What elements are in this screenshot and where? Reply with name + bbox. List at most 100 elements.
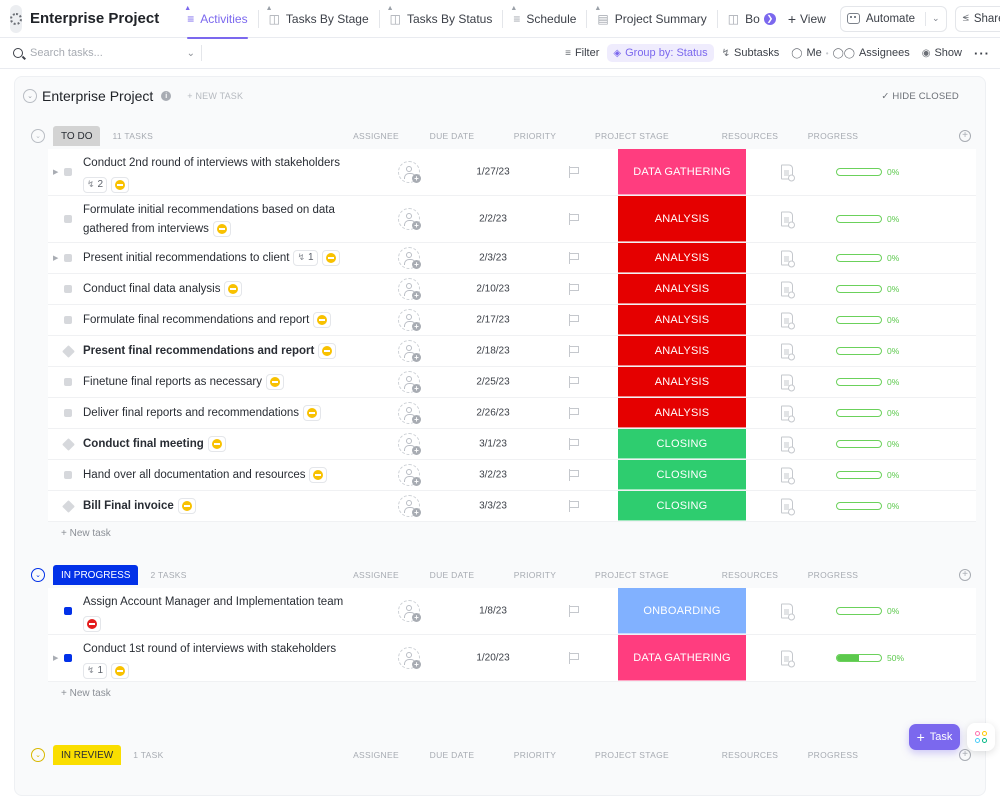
file-attachment-icon[interactable] bbox=[781, 282, 793, 297]
flag-icon[interactable] bbox=[568, 166, 580, 178]
task-row[interactable]: Formulate initial recommendations based … bbox=[48, 196, 976, 243]
column-header-progress[interactable]: PROGRESS bbox=[798, 750, 868, 760]
task-name[interactable]: Bill Final invoice bbox=[83, 500, 174, 512]
column-header-due-date[interactable]: DUE DATE bbox=[422, 750, 482, 760]
flag-icon[interactable] bbox=[568, 500, 580, 512]
due-date[interactable]: 2/10/23 bbox=[458, 284, 528, 295]
assignee-picker[interactable]: + bbox=[398, 340, 420, 362]
subtask-count-badge[interactable]: ↯2 bbox=[83, 177, 107, 193]
column-header-assignee[interactable]: ASSIGNEE bbox=[351, 131, 401, 141]
flag-icon[interactable] bbox=[568, 314, 580, 326]
task-row[interactable]: Formulate final recommendations and repo… bbox=[48, 305, 976, 336]
task-name[interactable]: Present final recommendations and report bbox=[83, 345, 314, 357]
subtask-count-badge[interactable]: ↯1 bbox=[293, 250, 317, 266]
due-date[interactable]: 2/2/23 bbox=[458, 214, 528, 225]
priority-badge[interactable] bbox=[303, 405, 321, 421]
status-square-icon[interactable] bbox=[64, 409, 72, 417]
status-square-icon[interactable] bbox=[64, 378, 72, 386]
column-header-resources[interactable]: RESOURCES bbox=[715, 750, 785, 760]
priority-badge[interactable] bbox=[111, 663, 129, 679]
milestone-icon[interactable] bbox=[62, 500, 75, 513]
task-row[interactable]: Present final recommendations and report… bbox=[48, 336, 976, 367]
task-name[interactable]: Present initial recommendations to clien… bbox=[83, 252, 289, 264]
assignee-picker[interactable]: + bbox=[398, 208, 420, 230]
project-stage-cell[interactable]: ANALYSIS bbox=[618, 274, 746, 304]
project-stage-cell[interactable]: CLOSING bbox=[618, 491, 746, 521]
status-square-icon[interactable] bbox=[64, 285, 72, 293]
priority-badge[interactable] bbox=[266, 374, 284, 390]
priority-badge[interactable] bbox=[313, 312, 331, 328]
project-stage-cell[interactable]: ANALYSIS bbox=[618, 243, 746, 273]
add-column-icon[interactable]: + bbox=[959, 569, 971, 581]
task-row[interactable]: Deliver final reports and recommendation… bbox=[48, 398, 976, 429]
due-date[interactable]: 2/25/23 bbox=[458, 377, 528, 388]
assignee-picker[interactable]: + bbox=[398, 647, 420, 669]
column-header-assignee[interactable]: ASSIGNEE bbox=[351, 570, 401, 580]
due-date[interactable]: 1/8/23 bbox=[458, 606, 528, 617]
task-row[interactable]: Assign Account Manager and Implementatio… bbox=[48, 588, 976, 635]
task-name[interactable]: Hand over all documentation and resource… bbox=[83, 469, 305, 481]
tab-bo[interactable]: ◫Bo bbox=[722, 0, 766, 38]
due-date[interactable]: 2/17/23 bbox=[458, 315, 528, 326]
task-name[interactable]: Conduct final meeting bbox=[83, 438, 204, 450]
task-row[interactable]: ▶ Conduct 1st round of interviews with st… bbox=[48, 635, 976, 682]
task-name[interactable]: Formulate final recommendations and repo… bbox=[83, 314, 309, 326]
flag-icon[interactable] bbox=[568, 213, 580, 225]
tab-tasks-by-stage[interactable]: ▲◫Tasks By Stage bbox=[263, 0, 375, 38]
collapse-group-icon[interactable]: ⌄ bbox=[31, 748, 45, 762]
add-view-button[interactable]: +View bbox=[788, 11, 826, 27]
milestone-icon[interactable] bbox=[62, 345, 75, 358]
add-task-row[interactable]: + New task bbox=[15, 682, 985, 704]
info-icon[interactable]: i bbox=[161, 91, 171, 101]
task-row[interactable]: Finetune final reports as necessary+2/25… bbox=[48, 367, 976, 398]
task-name[interactable]: Conduct 2nd round of interviews with sta… bbox=[83, 157, 340, 169]
assignee-picker[interactable]: + bbox=[398, 495, 420, 517]
flag-icon[interactable] bbox=[568, 407, 580, 419]
tab-project-summary[interactable]: ▲▤Project Summary bbox=[591, 0, 712, 38]
chevron-down-icon[interactable]: ⌄ bbox=[187, 48, 195, 59]
priority-badge[interactable] bbox=[224, 281, 242, 297]
priority-badge[interactable] bbox=[322, 250, 340, 266]
milestone-icon[interactable] bbox=[62, 438, 75, 451]
status-square-icon[interactable] bbox=[64, 254, 72, 262]
task-row[interactable]: Bill Final invoice+3/3/23CLOSING0% bbox=[48, 491, 976, 522]
assignees-button[interactable]: ◯◯Assignees bbox=[827, 44, 916, 62]
project-stage-cell[interactable]: DATA GATHERING bbox=[618, 635, 746, 681]
column-header-due-date[interactable]: DUE DATE bbox=[422, 131, 482, 141]
flag-icon[interactable] bbox=[568, 438, 580, 450]
status-square-icon[interactable] bbox=[64, 471, 72, 479]
expand-subtasks-icon[interactable]: ▶ bbox=[53, 654, 58, 662]
assignee-picker[interactable]: + bbox=[398, 309, 420, 331]
status-square-icon[interactable] bbox=[64, 316, 72, 324]
project-stage-cell[interactable]: ANALYSIS bbox=[618, 305, 746, 335]
file-attachment-icon[interactable] bbox=[781, 212, 793, 227]
task-name[interactable]: Conduct 1st round of interviews with sta… bbox=[83, 643, 336, 655]
subtask-count-badge[interactable]: ↯1 bbox=[83, 663, 107, 679]
project-stage-cell[interactable]: CLOSING bbox=[618, 460, 746, 490]
me-filter-button[interactable]: ◯Me bbox=[785, 44, 827, 62]
flag-icon[interactable] bbox=[568, 283, 580, 295]
file-attachment-icon[interactable] bbox=[781, 344, 793, 359]
task-row[interactable]: ▶Conduct 2nd round of interviews with st… bbox=[48, 149, 976, 196]
assignee-picker[interactable]: + bbox=[398, 600, 420, 622]
add-task-fab[interactable]: +Task bbox=[909, 724, 960, 750]
chevron-down-icon[interactable]: ⌄ bbox=[932, 13, 940, 24]
status-square-icon[interactable] bbox=[64, 607, 72, 615]
priority-badge[interactable] bbox=[208, 436, 226, 452]
status-pill[interactable]: TO DO bbox=[53, 126, 100, 146]
collapse-list-icon[interactable]: ⌄ bbox=[23, 89, 37, 103]
due-date[interactable]: 3/2/23 bbox=[458, 470, 528, 481]
task-name[interactable]: Deliver final reports and recommendation… bbox=[83, 407, 299, 419]
due-date[interactable]: 3/1/23 bbox=[458, 439, 528, 450]
status-square-icon[interactable] bbox=[64, 215, 72, 223]
priority-badge[interactable] bbox=[178, 498, 196, 514]
project-stage-cell[interactable]: ANALYSIS bbox=[618, 398, 746, 428]
project-stage-cell[interactable]: ONBOARDING bbox=[618, 588, 746, 634]
assignee-picker[interactable]: + bbox=[398, 161, 420, 183]
add-task-row[interactable]: + New task bbox=[15, 522, 985, 544]
project-stage-cell[interactable]: CLOSING bbox=[618, 429, 746, 459]
hide-closed-toggle[interactable]: ✓ HIDE CLOSED bbox=[881, 91, 959, 102]
column-header-assignee[interactable]: ASSIGNEE bbox=[351, 750, 401, 760]
due-date[interactable]: 2/3/23 bbox=[458, 253, 528, 264]
assignee-picker[interactable]: + bbox=[398, 247, 420, 269]
